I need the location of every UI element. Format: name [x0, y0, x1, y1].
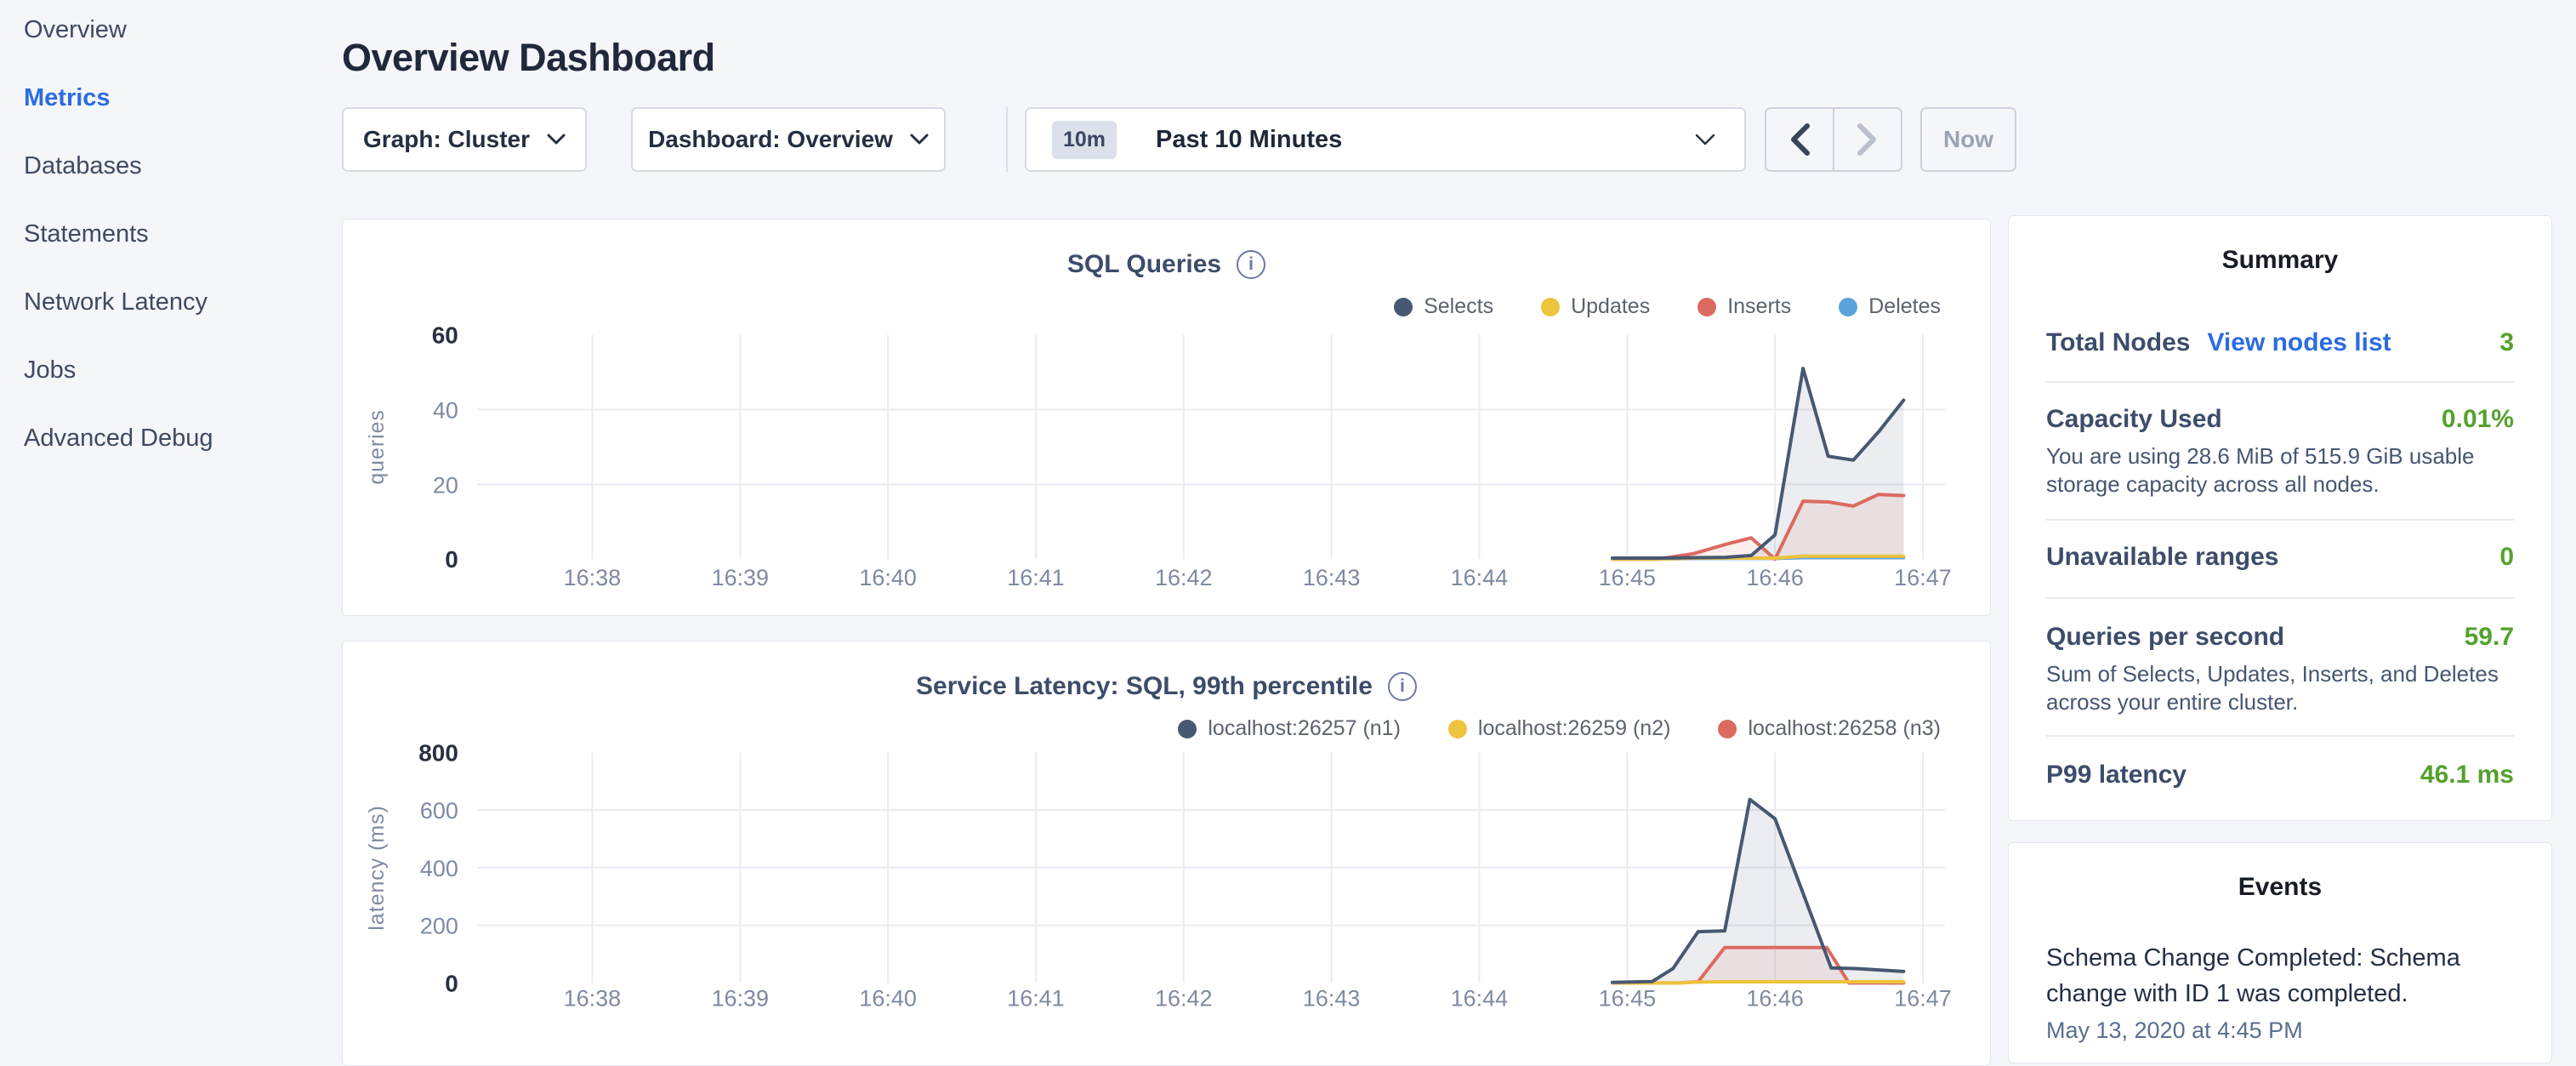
- svg-text:20: 20: [433, 472, 458, 498]
- sql-queries-chart: 16:38 16:39 16:40 16:41 16:42 16:43 16:44 16:45…: [343, 219, 1990, 615]
- dashboard-dropdown-label: Dashboard: Overview: [648, 126, 893, 153]
- divider: [2046, 735, 2514, 737]
- svg-text:16:43: 16:43: [1303, 565, 1360, 590]
- total-nodes-value: 3: [2499, 328, 2514, 357]
- svg-text:16:45: 16:45: [1599, 565, 1656, 590]
- sidebar-item-network-latency[interactable]: Network Latency: [24, 289, 213, 315]
- summary-panel: Summary Total Nodes View nodes list 3 Ca…: [2008, 215, 2552, 821]
- svg-text:16:45: 16:45: [1599, 985, 1656, 1011]
- unavailable-ranges-label: Unavailable ranges: [2046, 543, 2278, 572]
- svg-text:16:38: 16:38: [564, 565, 621, 590]
- sidebar-item-overview[interactable]: Overview: [24, 17, 213, 43]
- summary-row-unavailable-ranges: Unavailable ranges 0: [2046, 543, 2514, 572]
- next-time-window-button[interactable]: [1834, 109, 1901, 170]
- chevron-down-icon: [1695, 134, 1715, 146]
- view-nodes-list-link[interactable]: View nodes list: [2207, 328, 2391, 357]
- svg-text:200: 200: [420, 914, 458, 939]
- sidebar-item-databases[interactable]: Databases: [24, 153, 213, 179]
- graph-dropdown-label: Graph: Cluster: [363, 126, 530, 153]
- qps-description: Sum of Selects, Updates, Inserts, and De…: [2046, 660, 2514, 716]
- qps-value: 59.7: [2465, 623, 2514, 652]
- divider: [2046, 519, 2514, 521]
- svg-text:16:46: 16:46: [1746, 985, 1803, 1011]
- svg-text:16:44: 16:44: [1451, 565, 1508, 590]
- svg-text:16:41: 16:41: [1007, 565, 1064, 590]
- svg-text:16:44: 16:44: [1451, 985, 1508, 1011]
- events-panel: Events Schema Change Completed: Schema c…: [2008, 842, 2552, 1063]
- divider: [2046, 597, 2514, 599]
- total-nodes-label: Total Nodes: [2046, 328, 2190, 357]
- summary-title: Summary: [2046, 245, 2514, 276]
- events-title: Events: [2046, 872, 2514, 903]
- now-button[interactable]: Now: [1920, 107, 2016, 172]
- svg-text:40: 40: [433, 397, 458, 423]
- event-item[interactable]: Schema Change Completed: Schema change w…: [2046, 940, 2514, 1012]
- capacity-used-value: 0.01%: [2442, 405, 2514, 434]
- svg-text:16:42: 16:42: [1155, 985, 1212, 1011]
- svg-text:16:40: 16:40: [859, 985, 916, 1011]
- svg-text:0: 0: [445, 970, 458, 996]
- prev-time-window-button[interactable]: [1766, 109, 1834, 170]
- sidebar-item-advanced-debug[interactable]: Advanced Debug: [24, 425, 213, 451]
- svg-text:16:39: 16:39: [712, 565, 769, 590]
- sidebar-item-metrics[interactable]: Metrics: [24, 85, 213, 111]
- sidebar-item-statements[interactable]: Statements: [24, 221, 213, 247]
- chevron-down-icon: [547, 134, 566, 145]
- p99-latency-label: P99 latency: [2046, 761, 2186, 790]
- summary-row-total-nodes: Total Nodes View nodes list 3: [2046, 328, 2514, 357]
- summary-row-p99: P99 latency 46.1 ms: [2046, 761, 2514, 790]
- sql-queries-chart-card: SQL Queries i SelectsUpdatesInsertsDelet…: [342, 219, 1991, 616]
- service-latency-chart: 16:38 16:39 16:40 16:41 16:42 16:43 16:44 16:45…: [343, 641, 1990, 1065]
- svg-text:600: 600: [420, 798, 458, 824]
- time-window-dropdown[interactable]: 10m Past 10 Minutes: [1025, 107, 1746, 172]
- summary-row-qps: Queries per second 59.7: [2046, 623, 2514, 652]
- svg-text:800: 800: [418, 739, 458, 766]
- chevron-right-icon: [1857, 123, 1879, 157]
- divider: [2046, 381, 2514, 383]
- svg-text:16:39: 16:39: [712, 985, 769, 1011]
- summary-row-capacity: Capacity Used 0.01%: [2046, 405, 2514, 434]
- time-window-arrows: [1765, 107, 1902, 172]
- sidebar-item-jobs[interactable]: Jobs: [24, 357, 213, 383]
- now-button-label: Now: [1943, 126, 1993, 153]
- capacity-used-description: You are using 28.6 MiB of 515.9 GiB usab…: [2046, 442, 2514, 499]
- svg-text:0: 0: [445, 546, 458, 573]
- svg-text:60: 60: [432, 322, 458, 348]
- capacity-used-label: Capacity Used: [2046, 405, 2222, 434]
- dashboard-dropdown[interactable]: Dashboard: Overview: [631, 107, 946, 172]
- svg-text:400: 400: [420, 856, 458, 881]
- page-title: Overview Dashboard: [342, 36, 715, 80]
- svg-text:16:40: 16:40: [859, 565, 916, 590]
- time-window-label: Past 10 Minutes: [1156, 126, 1342, 154]
- qps-label: Queries per second: [2046, 623, 2284, 652]
- toolbar-divider: [1006, 107, 1008, 172]
- svg-text:16:42: 16:42: [1155, 565, 1212, 590]
- svg-text:16:47: 16:47: [1894, 985, 1951, 1011]
- svg-text:16:46: 16:46: [1746, 565, 1803, 590]
- svg-text:16:47: 16:47: [1894, 565, 1951, 590]
- chevron-left-icon: [1788, 123, 1811, 157]
- svg-text:16:43: 16:43: [1303, 985, 1360, 1011]
- unavailable-ranges-value: 0: [2499, 543, 2514, 572]
- graph-dropdown[interactable]: Graph: Cluster: [342, 107, 587, 172]
- p99-latency-value: 46.1 ms: [2420, 761, 2514, 790]
- svg-text:16:41: 16:41: [1007, 985, 1064, 1011]
- chevron-down-icon: [910, 134, 929, 145]
- svg-text:latency (ms): latency (ms): [365, 805, 389, 930]
- sidebar: Overview Metrics Databases Statements Ne…: [24, 17, 213, 451]
- svg-text:queries: queries: [365, 409, 389, 485]
- time-window-badge: 10m: [1052, 121, 1117, 159]
- svg-text:16:38: 16:38: [564, 985, 621, 1011]
- event-timestamp: May 13, 2020 at 4:45 PM: [2046, 1015, 2514, 1046]
- service-latency-chart-card: Service Latency: SQL, 99th percentile i …: [342, 641, 1991, 1066]
